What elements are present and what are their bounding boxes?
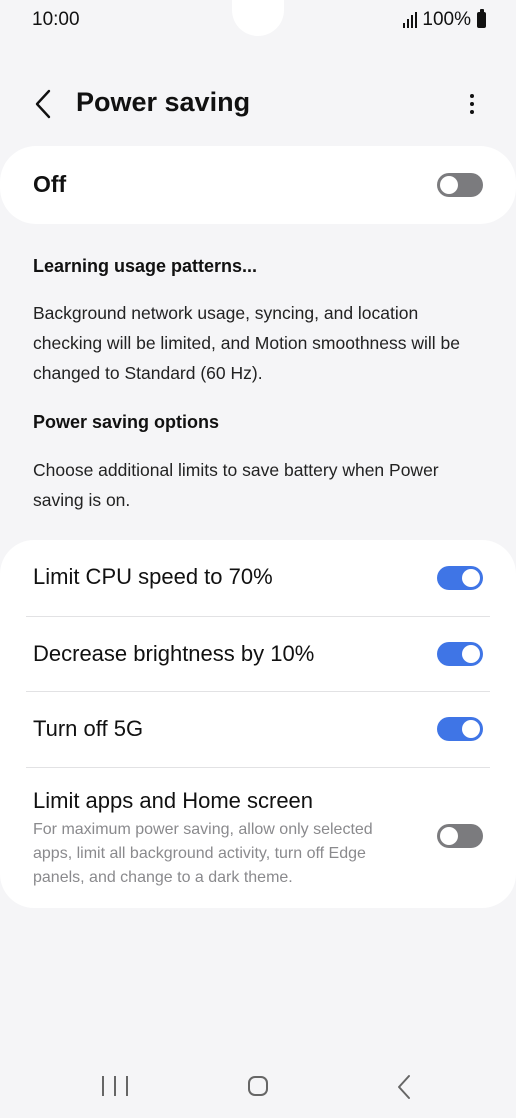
status-bar: 10:00 100% xyxy=(0,0,516,42)
status-time: 10:00 xyxy=(32,9,80,30)
option-label: Limit apps and Home screen xyxy=(33,788,314,813)
learning-description: Background network usage, syncing, and l… xyxy=(33,303,461,383)
master-switch-card[interactable]: Off xyxy=(0,146,516,224)
master-switch-toggle[interactable] xyxy=(437,173,483,197)
more-options-button[interactable] xyxy=(458,86,486,122)
signal-icon xyxy=(403,12,418,28)
toggle-knob xyxy=(462,720,480,738)
options-description: Choose additional limits to save battery… xyxy=(33,460,439,510)
option-decrease-brightness[interactable]: Decrease brightness by 10% xyxy=(0,617,516,692)
home-icon[interactable] xyxy=(248,1076,268,1096)
power-saving-screen: 10:00 100% Power saving Off Learning usa… xyxy=(0,0,516,1118)
recents-icon[interactable] xyxy=(102,1076,128,1098)
back-button[interactable] xyxy=(26,84,60,124)
option-limit-apps[interactable]: Limit apps and Home screen For maximum p… xyxy=(0,768,516,908)
status-indicators: 100% xyxy=(403,9,486,31)
toggle-knob xyxy=(440,176,458,194)
option-limit-cpu[interactable]: Limit CPU speed to 70% xyxy=(0,540,516,616)
options-card: Limit CPU speed to 70% Decrease brightne… xyxy=(0,540,516,908)
option-description: For maximum power saving, allow only sel… xyxy=(33,821,373,886)
battery-icon xyxy=(477,9,486,28)
app-bar: Power saving xyxy=(0,74,516,134)
learning-heading: Learning usage patterns... xyxy=(33,256,258,276)
back-icon[interactable] xyxy=(394,1074,414,1100)
system-nav-bar xyxy=(0,1058,516,1118)
chevron-left-icon xyxy=(35,89,51,119)
turn-off-5g-toggle[interactable] xyxy=(437,717,483,741)
more-vertical-icon xyxy=(470,94,474,98)
option-label: Turn off 5G xyxy=(33,716,144,741)
battery-percent: 100% xyxy=(422,9,471,30)
limit-apps-toggle[interactable] xyxy=(437,824,483,848)
limit-cpu-toggle[interactable] xyxy=(437,566,483,590)
option-label: Limit CPU speed to 70% xyxy=(33,564,273,589)
master-switch-label: Off xyxy=(33,171,67,197)
page-title: Power saving xyxy=(76,87,251,117)
toggle-knob xyxy=(440,827,458,845)
toggle-knob xyxy=(462,569,480,587)
options-heading: Power saving options xyxy=(33,412,220,432)
decrease-brightness-toggle[interactable] xyxy=(437,642,483,666)
camera-notch xyxy=(232,0,284,36)
option-label: Decrease brightness by 10% xyxy=(33,641,315,666)
option-turn-off-5g[interactable]: Turn off 5G xyxy=(0,692,516,767)
toggle-knob xyxy=(462,645,480,663)
